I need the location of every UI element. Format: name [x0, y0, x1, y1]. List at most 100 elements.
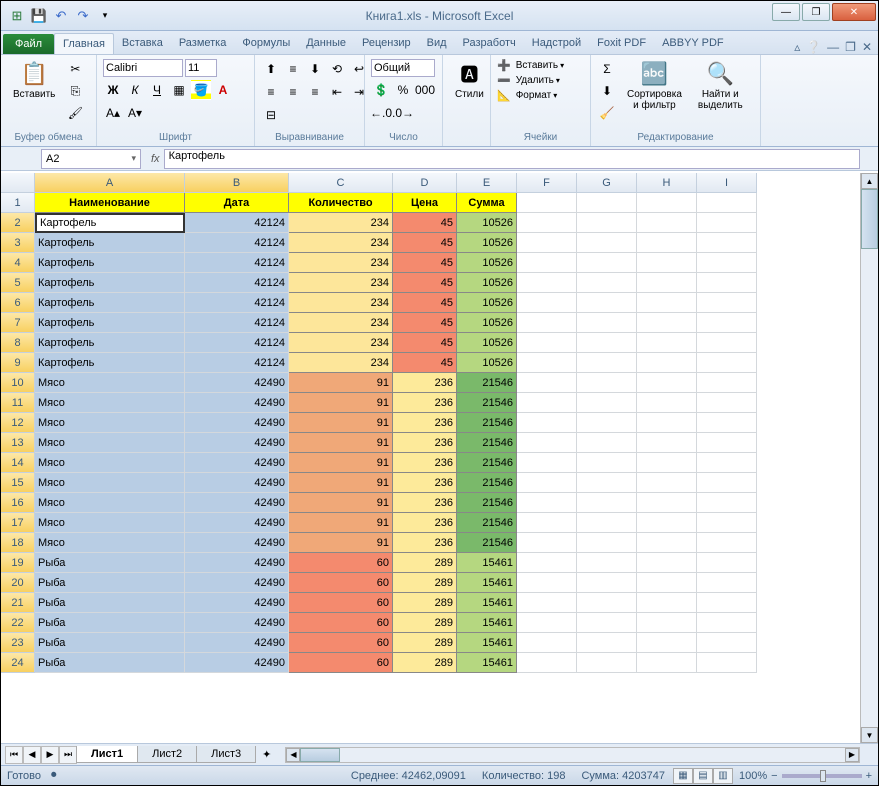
cell-empty[interactable] [517, 593, 577, 613]
cell-empty[interactable] [577, 393, 637, 413]
cell-empty[interactable] [577, 593, 637, 613]
ribbon-tab-разметка[interactable]: Разметка [171, 33, 235, 54]
cell-empty[interactable] [697, 653, 757, 673]
increase-font-icon[interactable]: A▴ [103, 103, 123, 123]
cell-B11[interactable]: 42490 [185, 393, 289, 413]
cell-C21[interactable]: 60 [289, 593, 393, 613]
cell-empty[interactable] [697, 233, 757, 253]
vertical-scrollbar[interactable]: ▲ ▼ [860, 173, 878, 743]
cell-empty[interactable] [697, 213, 757, 233]
select-all-corner[interactable] [1, 173, 35, 193]
row-header-1[interactable]: 1 [1, 193, 35, 213]
cell-empty[interactable] [577, 213, 637, 233]
cell-D24[interactable]: 289 [393, 653, 457, 673]
cell-empty[interactable] [577, 373, 637, 393]
cell-B3[interactable]: 42124 [185, 233, 289, 253]
qat-more-icon[interactable]: ▾ [95, 6, 115, 26]
help-icon[interactable]: ❔ [806, 40, 821, 54]
header-cell-A[interactable]: Наименование [35, 193, 185, 213]
cell-D9[interactable]: 45 [393, 353, 457, 373]
row-header-12[interactable]: 12 [1, 413, 35, 433]
comma-icon[interactable]: 000 [415, 80, 435, 100]
cell-D15[interactable]: 236 [393, 473, 457, 493]
cell-C16[interactable]: 91 [289, 493, 393, 513]
column-header-G[interactable]: G [577, 173, 637, 193]
cell-C8[interactable]: 234 [289, 333, 393, 353]
cell-empty[interactable] [637, 513, 697, 533]
paste-button[interactable]: 📋 Вставить [7, 59, 61, 102]
cell-empty[interactable] [637, 193, 697, 213]
cell-E20[interactable]: 15461 [457, 573, 517, 593]
save-icon[interactable]: 💾 [29, 6, 49, 26]
sort-filter-button[interactable]: 🔤 Сортировка и фильтр [621, 59, 688, 113]
cell-empty[interactable] [637, 313, 697, 333]
cell-empty[interactable] [697, 513, 757, 533]
cell-empty[interactable] [577, 293, 637, 313]
cell-B9[interactable]: 42124 [185, 353, 289, 373]
row-header-14[interactable]: 14 [1, 453, 35, 473]
cell-empty[interactable] [577, 453, 637, 473]
cell-A2[interactable]: Картофель [35, 213, 185, 233]
clear-icon[interactable]: 🧹 [597, 103, 617, 123]
header-cell-D[interactable]: Цена [393, 193, 457, 213]
excel-icon[interactable]: ⊞ [7, 6, 27, 26]
cell-A12[interactable]: Мясо [35, 413, 185, 433]
cell-empty[interactable] [577, 433, 637, 453]
hscroll-thumb[interactable] [300, 748, 340, 762]
cell-empty[interactable] [697, 313, 757, 333]
cell-empty[interactable] [517, 353, 577, 373]
close-button[interactable]: ✕ [832, 3, 876, 21]
cell-C2[interactable]: 234 [289, 213, 393, 233]
cell-empty[interactable] [697, 193, 757, 213]
cell-A10[interactable]: Мясо [35, 373, 185, 393]
cell-empty[interactable] [697, 533, 757, 553]
ribbon-tab-надстрой[interactable]: Надстрой [524, 33, 589, 54]
cell-empty[interactable] [637, 533, 697, 553]
cell-empty[interactable] [637, 213, 697, 233]
cell-E5[interactable]: 10526 [457, 273, 517, 293]
cell-empty[interactable] [637, 473, 697, 493]
row-header-4[interactable]: 4 [1, 253, 35, 273]
cell-C9[interactable]: 234 [289, 353, 393, 373]
align-bottom-icon[interactable]: ⬇ [305, 59, 325, 79]
cell-empty[interactable] [577, 493, 637, 513]
cell-E16[interactable]: 21546 [457, 493, 517, 513]
percent-icon[interactable]: % [393, 80, 413, 100]
doc-restore-icon[interactable]: ❐ [845, 40, 856, 54]
cell-empty[interactable] [697, 493, 757, 513]
cell-D20[interactable]: 289 [393, 573, 457, 593]
cell-empty[interactable] [577, 553, 637, 573]
cell-B13[interactable]: 42490 [185, 433, 289, 453]
cell-E8[interactable]: 10526 [457, 333, 517, 353]
cell-A14[interactable]: Мясо [35, 453, 185, 473]
cell-empty[interactable] [637, 373, 697, 393]
column-header-C[interactable]: C [289, 173, 393, 193]
font-name-select[interactable] [103, 59, 183, 77]
sheet-tab-Лист2[interactable]: Лист2 [137, 746, 197, 763]
cell-empty[interactable] [637, 253, 697, 273]
underline-button[interactable]: Ч [147, 80, 167, 100]
row-header-13[interactable]: 13 [1, 433, 35, 453]
cell-C3[interactable]: 234 [289, 233, 393, 253]
cell-E19[interactable]: 15461 [457, 553, 517, 573]
copy-icon[interactable]: ⎘ [65, 81, 85, 101]
cell-C23[interactable]: 60 [289, 633, 393, 653]
sheet-nav-last-icon[interactable]: ⏭ [59, 746, 77, 764]
delete-cells-button[interactable]: ➖Удалить▾ [497, 74, 560, 87]
ribbon-minimize-icon[interactable]: ▵ [794, 40, 800, 54]
cell-empty[interactable] [697, 613, 757, 633]
cell-empty[interactable] [697, 393, 757, 413]
scroll-left-icon[interactable]: ◀ [286, 748, 300, 762]
cell-empty[interactable] [577, 353, 637, 373]
cell-empty[interactable] [637, 553, 697, 573]
cell-B16[interactable]: 42490 [185, 493, 289, 513]
cell-B7[interactable]: 42124 [185, 313, 289, 333]
cell-empty[interactable] [577, 633, 637, 653]
row-header-5[interactable]: 5 [1, 273, 35, 293]
cell-C24[interactable]: 60 [289, 653, 393, 673]
cell-C5[interactable]: 234 [289, 273, 393, 293]
redo-icon[interactable]: ↷ [73, 6, 93, 26]
cell-C4[interactable]: 234 [289, 253, 393, 273]
cell-empty[interactable] [697, 273, 757, 293]
cell-B8[interactable]: 42124 [185, 333, 289, 353]
